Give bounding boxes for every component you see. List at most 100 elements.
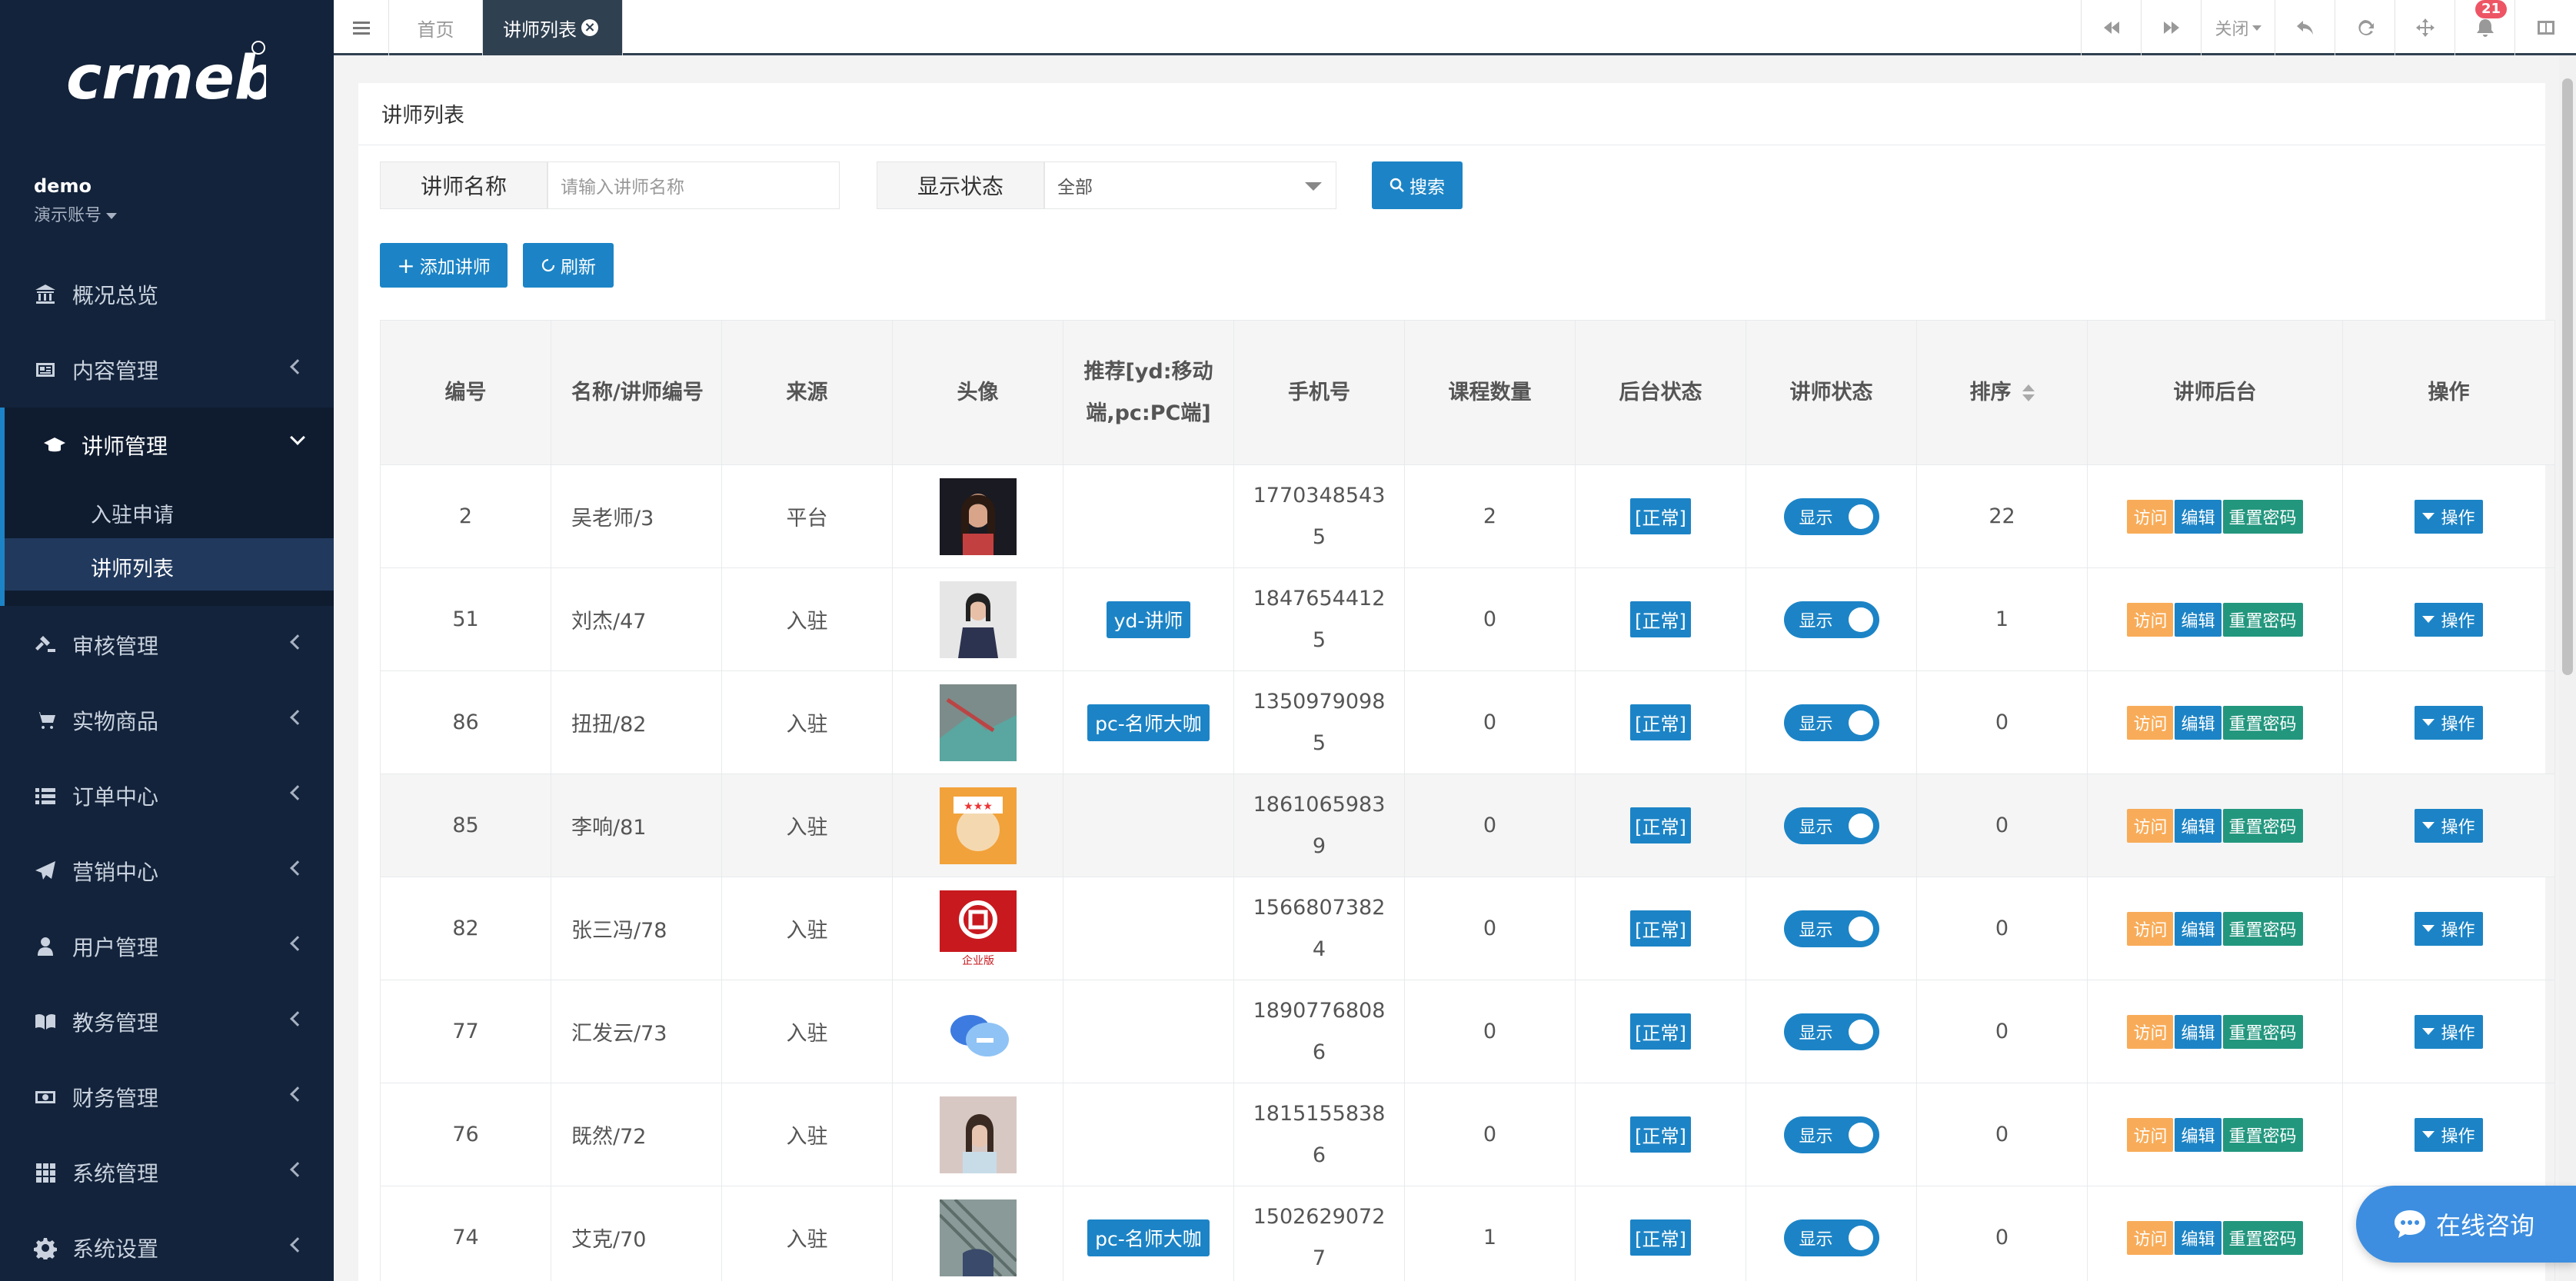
close-tabs-dropdown[interactable]: 关闭 <box>2201 0 2275 55</box>
show-toggle[interactable]: 显示 <box>1783 704 1879 741</box>
user-role-dropdown[interactable]: 演示账号 <box>34 201 118 226</box>
cell-admin-status: [正常] <box>1575 980 1746 1083</box>
phone-line-2: 6 <box>1312 1143 1326 1167</box>
operation-dropdown-button[interactable]: 操作 <box>2415 911 2483 946</box>
refresh-button[interactable]: 刷新 <box>523 243 614 288</box>
visit-button[interactable]: 访问 <box>2127 499 2174 534</box>
nav-overview[interactable]: 概况总览 <box>0 257 334 332</box>
sub-teacher-list[interactable]: 讲师列表 <box>91 552 174 582</box>
edit-button[interactable]: 编辑 <box>2175 1014 2222 1049</box>
operation-dropdown-button[interactable]: 操作 <box>2415 1117 2483 1152</box>
col-sort[interactable]: 排序 <box>1916 320 2088 465</box>
show-toggle[interactable]: 显示 <box>1783 1013 1879 1050</box>
edit-button[interactable]: 编辑 <box>2175 808 2222 843</box>
show-toggle[interactable]: 显示 <box>1783 1116 1879 1153</box>
operation-dropdown-button[interactable]: 操作 <box>2415 499 2483 534</box>
menu-toggle-button[interactable] <box>334 0 389 55</box>
dashboard-button[interactable] <box>2514 0 2576 55</box>
tab-home[interactable]: 首页 <box>389 0 483 55</box>
teacher-name-input[interactable]: 请输入讲师名称 <box>547 161 840 209</box>
operation-dropdown-button[interactable]: 操作 <box>2415 602 2483 637</box>
avatar[interactable] <box>939 993 1017 1070</box>
tab-teacher-list[interactable]: 讲师列表 × <box>483 0 623 55</box>
edit-button[interactable]: 编辑 <box>2175 1220 2222 1255</box>
chevron-left-icon <box>290 359 305 374</box>
nav-system[interactable]: 系统管理 <box>0 1135 334 1210</box>
col-teacher-status: 讲师状态 <box>1746 320 1917 465</box>
nav-finance[interactable]: 财务管理 <box>0 1060 334 1135</box>
sort-label: 排序 <box>1969 380 2012 404</box>
nav-review[interactable]: 审核管理 <box>0 607 334 683</box>
avatar[interactable] <box>939 1096 1017 1173</box>
reset-password-button[interactable]: 重置密码 <box>2222 602 2303 637</box>
edit-button[interactable]: 编辑 <box>2175 1117 2222 1152</box>
edit-button[interactable]: 编辑 <box>2175 499 2222 534</box>
avatar[interactable] <box>939 581 1017 658</box>
fullscreen-button[interactable] <box>2395 0 2455 55</box>
reset-password-button[interactable]: 重置密码 <box>2222 499 2303 534</box>
scrollbar-thumb[interactable] <box>2562 78 2573 675</box>
vertical-scrollbar[interactable] <box>2559 55 2576 1281</box>
caret-down-icon <box>2422 616 2435 623</box>
nav-teacher[interactable]: 讲师管理 <box>0 408 334 483</box>
reset-password-button[interactable]: 重置密码 <box>2222 1117 2303 1152</box>
show-toggle[interactable]: 显示 <box>1783 1219 1879 1256</box>
operation-dropdown-button[interactable]: 操作 <box>2415 1014 2483 1049</box>
visit-button[interactable]: 访问 <box>2127 602 2174 637</box>
nav-users[interactable]: 用户管理 <box>0 909 334 984</box>
show-toggle[interactable]: 显示 <box>1783 807 1879 844</box>
search-button[interactable]: 搜索 <box>1372 161 1463 209</box>
sort-icon[interactable] <box>2022 384 2035 401</box>
back-button[interactable] <box>2275 0 2335 55</box>
show-toggle[interactable]: 显示 <box>1783 910 1879 947</box>
add-teacher-button[interactable]: + 添加讲师 <box>380 243 508 288</box>
avatar[interactable] <box>939 477 1017 555</box>
nav-orders[interactable]: 订单中心 <box>0 758 334 833</box>
show-toggle[interactable]: 显示 <box>1783 497 1879 535</box>
edit-button[interactable]: 编辑 <box>2175 911 2222 946</box>
nav-settings[interactable]: 系统设置 <box>0 1210 334 1281</box>
table-row: 74 艾克/70 入驻 pc-名师大咖 1502629072 7 1 [正常] 显… <box>380 1186 2555 1281</box>
cell-recommend: pc-名师大咖 <box>1063 670 1234 774</box>
nav-academic[interactable]: 教务管理 <box>0 984 334 1060</box>
reset-password-button[interactable]: 重置密码 <box>2222 808 2303 843</box>
visit-button[interactable]: 访问 <box>2127 705 2174 740</box>
nav-content[interactable]: 内容管理 <box>0 332 334 408</box>
show-toggle[interactable]: 显示 <box>1783 601 1879 638</box>
nav-products[interactable]: 实物商品 <box>0 683 334 758</box>
cell-recommend: yd-讲师 <box>1063 567 1234 671</box>
col-phone: 手机号 <box>1233 320 1405 465</box>
reset-password-button[interactable]: 重置密码 <box>2222 705 2303 740</box>
avatar[interactable] <box>939 684 1017 761</box>
edit-button[interactable]: 编辑 <box>2175 705 2222 740</box>
edit-button[interactable]: 编辑 <box>2175 602 2222 637</box>
cell-course-count: 0 <box>1404 877 1576 980</box>
online-consult-button[interactable]: 在线咨询 <box>2356 1186 2576 1263</box>
status-select[interactable]: 全部 <box>1044 161 1336 209</box>
nav-label: 实物商品 <box>72 709 159 734</box>
visit-button[interactable]: 访问 <box>2127 808 2174 843</box>
refresh-page-button[interactable] <box>2335 0 2395 55</box>
scroll-right-button[interactable] <box>2141 0 2201 55</box>
notifications-button[interactable]: 21 <box>2455 0 2514 55</box>
avatar[interactable] <box>939 1199 1017 1276</box>
reset-password-button[interactable]: 重置密码 <box>2222 1014 2303 1049</box>
avatar[interactable]: 企业版 <box>939 890 1017 967</box>
scroll-left-button[interactable] <box>2081 0 2141 55</box>
sub-apply[interactable]: 入驻申请 <box>91 498 174 528</box>
visit-button[interactable]: 访问 <box>2127 1220 2174 1255</box>
visit-button[interactable]: 访问 <box>2127 1014 2174 1049</box>
reset-password-button[interactable]: 重置密码 <box>2222 911 2303 946</box>
visit-button[interactable]: 访问 <box>2127 911 2174 946</box>
crmeb-logo[interactable]: crmeb <box>66 38 278 115</box>
cell-teacher-status: 显示 <box>1746 567 1917 671</box>
operation-dropdown-button[interactable]: 操作 <box>2415 808 2483 843</box>
reset-password-button[interactable]: 重置密码 <box>2222 1220 2303 1255</box>
toggle-label: 显示 <box>1799 817 1833 837</box>
visit-button[interactable]: 访问 <box>2127 1117 2174 1152</box>
nav-marketing[interactable]: 营销中心 <box>0 833 334 909</box>
operation-dropdown-button[interactable]: 操作 <box>2415 705 2483 740</box>
cell-avatar <box>892 1186 1063 1281</box>
avatar[interactable]: ★★★ <box>939 787 1017 864</box>
close-tab-icon[interactable]: × <box>581 19 598 36</box>
